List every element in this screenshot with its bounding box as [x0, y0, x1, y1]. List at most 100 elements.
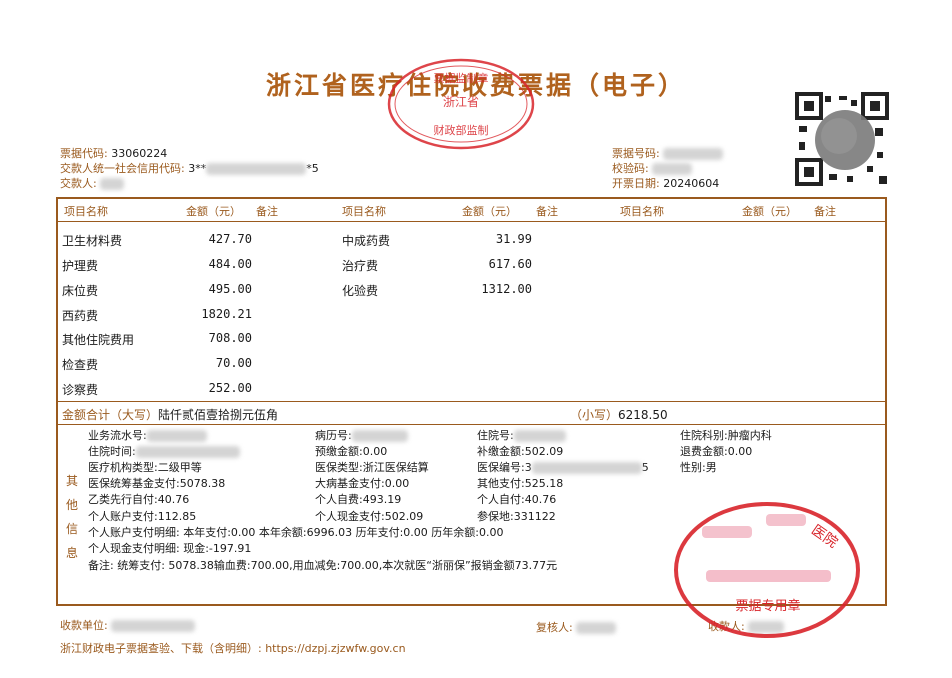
seal-top-text: 票据监制章 — [434, 71, 489, 85]
item-name: 诊察费 — [62, 383, 99, 397]
other-info-label: 其 他 信 息 — [65, 469, 79, 565]
col-header-note-1: 备注 — [256, 205, 278, 218]
other-pay: 其他支付:525.18 — [477, 477, 564, 490]
total-upper-label: 金额合计（大写） — [62, 408, 159, 422]
ins-no-suffix: 5 — [641, 461, 649, 474]
invoice-number-label: 票据号码: — [612, 147, 660, 160]
record-label: 病历号: — [315, 429, 352, 442]
remarks: 备注: 统筹支付: 5078.38输血费:700.00,用血减免:700.00,… — [88, 559, 558, 572]
account-pay: 个人账户支付:112.85 — [88, 510, 197, 523]
col-header-amount-2: 金额（元） — [462, 205, 517, 218]
divider — [58, 424, 885, 425]
payee-unit-label: 收款单位: — [60, 619, 108, 632]
item-amount: 708.00 — [208, 331, 252, 345]
redacted-check-code — [652, 163, 693, 175]
item-name: 检查费 — [62, 358, 99, 372]
redacted-payee-unit — [111, 620, 196, 632]
col-header-name-2: 项目名称 — [342, 205, 386, 218]
redacted-invoice-number — [663, 148, 724, 160]
total-upper: 金额合计（大写）陆仟贰佰壹拾捌元伍角 — [62, 406, 278, 423]
cash-pay: 个人现金支付:502.09 — [315, 510, 424, 523]
total-lower-value: 6218.50 — [618, 408, 668, 422]
finance-seal: 票据监制章 浙江省 财政部监制 — [387, 58, 535, 150]
redacted-payer-id — [206, 163, 307, 175]
qr-code — [795, 92, 889, 186]
side-char: 他 — [65, 498, 78, 512]
issue-date-value: 20240604 — [663, 177, 720, 190]
pool-fund: 医保统筹基金支付:5078.38 — [88, 477, 226, 490]
insured-place: 参保地:331122 — [477, 510, 556, 523]
self-pay: 个人自付:40.76 — [477, 493, 557, 506]
issue-date-label: 开票日期: — [612, 177, 660, 190]
redacted-reviewer — [576, 622, 617, 634]
invoice-code-label: 票据代码: — [60, 147, 108, 160]
redacted-record — [351, 430, 408, 442]
refund: 退费金额:0.00 — [680, 445, 753, 458]
item-name: 中成药费 — [342, 234, 391, 248]
side-char: 息 — [65, 546, 78, 560]
redacted-payer — [100, 178, 125, 190]
inst-type: 医疗机构类型:二级甲等 — [88, 461, 202, 474]
item-amount: 70.00 — [215, 356, 252, 370]
item-amount: 484.00 — [208, 257, 252, 271]
critical-fund: 大病基金支付:0.00 — [315, 477, 410, 490]
side-char: 信 — [65, 522, 78, 536]
serial-label: 业务流水号: — [88, 429, 147, 442]
divider — [58, 221, 885, 222]
col-header-amount-3: 金额（元） — [742, 205, 797, 218]
payer-id-label: 交款人统一社会信用代码: — [60, 162, 185, 175]
payer-id-suffix: *5 — [306, 162, 319, 175]
invoice-code-value: 33060224 — [111, 147, 168, 160]
side-char: 其 — [65, 474, 78, 488]
item-amount: 1312.00 — [481, 282, 532, 296]
header-left: 票据代码: 33060224 交款人统一社会信用代码: 3** *5 交款人: — [60, 146, 319, 191]
seal-mid-text: 浙江省 — [443, 95, 479, 109]
self-fee: 个人自费:493.19 — [315, 493, 402, 506]
cash-detail: 个人现金支付明细: 现金:-197.91 — [88, 542, 252, 555]
class-b: 乙类先行自付:40.76 — [88, 493, 190, 506]
item-amount: 252.00 — [208, 381, 252, 395]
total-lower-label: （小写） — [570, 408, 619, 422]
item-name: 其他住院费用 — [62, 333, 135, 347]
supplement: 补缴金额:502.09 — [477, 445, 564, 458]
col-header-note-3: 备注 — [814, 205, 836, 218]
ins-no-prefix: 医保编号:3 — [477, 461, 532, 474]
hospital-seal: 医院 票据专用章 — [674, 502, 860, 638]
redacted-time — [135, 446, 240, 458]
seal-hospital-bottom: 票据专用章 — [735, 598, 800, 614]
header-right: 票据号码: 校验码: 开票日期: 20240604 — [612, 146, 724, 191]
item-name: 床位费 — [62, 284, 99, 298]
verify-link[interactable]: 浙江财政电子票据查验、下载（含明细）: https://dzpj.zjzwfw.… — [60, 640, 406, 656]
col-header-amount-1: 金额（元） — [186, 205, 241, 218]
item-name: 护理费 — [62, 259, 99, 273]
divider — [58, 401, 885, 402]
payer-id-prefix: 3** — [188, 162, 207, 175]
item-amount: 31.99 — [495, 232, 532, 246]
col-header-name-1: 项目名称 — [64, 205, 108, 218]
total-lower: （小写）6218.50 — [570, 406, 668, 423]
dept: 住院科别:肿瘤内科 — [680, 429, 772, 442]
inpatient-label: 住院号: — [477, 429, 514, 442]
item-amount: 427.70 — [208, 232, 252, 246]
time-label: 住院时间: — [88, 445, 136, 458]
item-name: 卫生材料费 — [62, 234, 123, 248]
item-name: 治疗费 — [342, 259, 379, 273]
reviewer-label: 复核人: — [536, 621, 573, 634]
item-name: 化验费 — [342, 284, 379, 298]
col-header-name-3: 项目名称 — [620, 205, 664, 218]
item-name: 西药费 — [62, 309, 99, 323]
item-amount: 617.60 — [488, 257, 532, 271]
prepaid: 预缴金额:0.00 — [315, 445, 388, 458]
redacted-ins-no — [531, 462, 642, 474]
account-detail: 个人账户支付明细: 本年支付:0.00 本年余额:6996.03 历年支付:0.… — [88, 526, 504, 539]
insurance-type: 医保类型:浙江医保结算 — [315, 461, 429, 474]
col-header-note-2: 备注 — [536, 205, 558, 218]
payer-label: 交款人: — [60, 177, 97, 190]
redacted-serial — [146, 430, 207, 442]
seal-bottom-text: 财政部监制 — [434, 123, 489, 137]
item-amount: 495.00 — [208, 282, 252, 296]
gender: 性别:男 — [680, 461, 717, 474]
redacted-inpatient — [513, 430, 566, 442]
item-amount: 1820.21 — [201, 307, 252, 321]
total-upper-value: 陆仟贰佰壹拾捌元伍角 — [158, 408, 279, 422]
